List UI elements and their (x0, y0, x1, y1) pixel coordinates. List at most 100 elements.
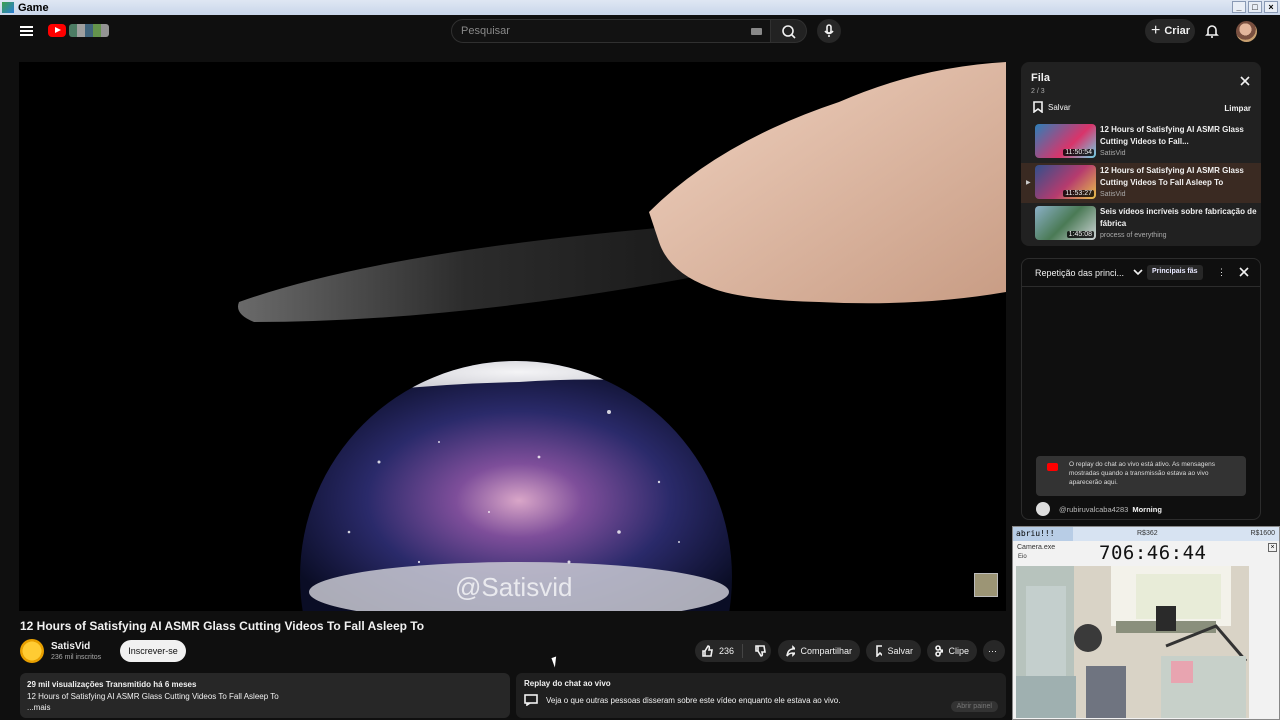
description-box[interactable]: 29 mil visualizações Transmitido há 6 me… (20, 673, 510, 718)
chat-text: Morning (1132, 504, 1162, 514)
queue-duration: 11:53:27 (1063, 190, 1094, 197)
close-icon[interactable] (1240, 76, 1250, 86)
video-frame (19, 62, 1006, 611)
webcam-feed (1016, 566, 1249, 718)
app-icon (2, 2, 14, 13)
queue-item[interactable]: 11:50:54 12 Hours of Satisfying AI ASMR … (1021, 122, 1261, 162)
subscriber-count: 236 mil inscritos (51, 654, 102, 661)
video-player[interactable]: @Satisvid (19, 62, 1006, 611)
queue-thumbnail: 1:45:08 (1035, 206, 1096, 240)
top-fans-badge[interactable]: Principais fãs (1147, 265, 1203, 280)
queue-item-title: 12 Hours of Satisfying AI ASMR Glass Cut… (1100, 166, 1244, 187)
camera-app-title: Camera.exe (1017, 544, 1056, 551)
camera-menu[interactable]: Eio (1018, 554, 1027, 560)
scissors-icon (935, 645, 944, 657)
notice-text: O replay do chat ao vivo está ativo. As … (1069, 461, 1215, 486)
more-link[interactable]: ...mais (27, 702, 503, 714)
plus-icon: + (1151, 22, 1161, 39)
save-label: Salvar (887, 646, 913, 656)
split-mid-value: R$362 (1137, 530, 1158, 537)
queue-duration: 11:50:54 (1063, 149, 1094, 156)
mic-icon (824, 24, 834, 37)
like-button[interactable]: 236 (695, 644, 744, 658)
queue-duration: 1:45:08 (1066, 231, 1094, 238)
queue-item-channel: process of everything (1100, 232, 1167, 239)
chat-icon (524, 694, 538, 706)
search-input[interactable]: Pesquisar (451, 19, 771, 43)
youtube-icon (1047, 463, 1058, 471)
channel-avatar[interactable] (20, 639, 44, 663)
thumbs-down-icon (755, 645, 766, 657)
window-title: Game (18, 1, 49, 14)
queue-save-button[interactable]: Salvar (1033, 101, 1071, 113)
view-stats: 29 mil visualizações Transmitido há 6 me… (27, 680, 197, 689)
queue-item-title: Seis vídeos incríveis sobre fabricação d… (1100, 207, 1257, 228)
share-icon (786, 645, 796, 657)
like-dislike-group: 236 (695, 640, 771, 662)
logo-doodle[interactable] (69, 24, 109, 37)
bookmark-icon (1033, 101, 1043, 113)
close-window-button[interactable]: × (1264, 1, 1278, 13)
queue-item-channel: SatisVid (1100, 150, 1126, 157)
webcam-image (1016, 566, 1249, 718)
create-label: Criar (1164, 25, 1191, 37)
queue-item-current[interactable]: ▶ 11:53:27 12 Hours of Satisfying AI ASM… (1021, 163, 1261, 203)
split-right-value: R$1600 (1250, 530, 1275, 537)
queue-save-label: Salvar (1048, 102, 1071, 112)
save-button[interactable]: Salvar (866, 640, 921, 662)
more-vertical-icon[interactable]: ⋮ (1217, 267, 1226, 278)
clip-button[interactable]: Clipe (927, 640, 977, 662)
like-count: 236 (719, 646, 735, 656)
queue-title: Fila (1031, 72, 1050, 84)
now-playing-icon: ▶ (1026, 180, 1031, 186)
queue-item-title: 12 Hours of Satisfying AI ASMR Glass Cut… (1100, 125, 1244, 146)
chat-message: @rubiruvalcaba4283 Morning (1036, 502, 1162, 516)
minimize-button[interactable]: _ (1232, 1, 1246, 13)
camera-close-button[interactable]: × (1268, 543, 1277, 552)
camera-window-header: Camera.exe Eio 706:46:44 × (1013, 541, 1279, 564)
close-icon[interactable] (1239, 267, 1249, 277)
bookmark-icon (876, 645, 883, 657)
chat-header: Repetição das princi... Principais fãs ⋮ (1022, 259, 1260, 287)
subscribe-button[interactable]: Inscrever-se (120, 640, 186, 662)
menu-icon[interactable] (20, 26, 33, 36)
more-horizontal-icon: ⋯ (988, 645, 997, 656)
notifications-bell-icon[interactable] (1204, 23, 1220, 39)
window-controls: _ □ × (1232, 1, 1278, 13)
queue-panel: Fila 2 / 3 Salvar Limpar 11:50:54 12 Hou… (1021, 62, 1261, 246)
queue-clear-button[interactable]: Limpar (1224, 104, 1251, 113)
search-button[interactable] (771, 19, 807, 43)
queue-item[interactable]: 1:45:08 Seis vídeos incríveis sobre fabr… (1021, 204, 1261, 244)
account-avatar[interactable] (1236, 21, 1257, 42)
window-titlebar: Game _ □ × (0, 0, 1280, 15)
chat-replay-heading: Replay do chat ao vivo (524, 679, 611, 688)
queue-thumbnail: 11:53:27 (1035, 165, 1096, 199)
stream-overlay: abriu!!! R$362 R$1600 Camera.exe Eio 706… (1012, 526, 1280, 720)
share-label: Compartilhar (800, 646, 852, 656)
chat-mode-dropdown[interactable]: Repetição das princi... (1035, 268, 1124, 278)
create-button[interactable]: + Criar (1145, 19, 1195, 43)
channel-name[interactable]: SatisVid (51, 641, 90, 652)
chevron-down-icon[interactable] (1133, 267, 1143, 277)
live-chat-panel: Repetição das princi... Principais fãs ⋮… (1021, 258, 1261, 520)
youtube-logo[interactable] (48, 24, 66, 37)
queue-item-channel: SatisVid (1100, 191, 1126, 198)
split-bar: abriu!!! R$362 R$1600 (1013, 527, 1279, 541)
open-panel-button[interactable]: Abrir painel (950, 701, 998, 712)
channel-watermark-thumb[interactable] (974, 573, 998, 597)
stream-timer: 706:46:44 (1099, 542, 1207, 564)
video-title: 12 Hours of Satisfying AI ASMR Glass Cut… (20, 619, 425, 633)
more-actions-button[interactable]: ⋯ (983, 640, 1005, 662)
mouse-cursor (551, 656, 560, 668)
split-name: abriu!!! (1016, 529, 1055, 538)
keyboard-icon[interactable] (751, 28, 762, 35)
search-icon (782, 25, 796, 39)
voice-search-button[interactable] (817, 19, 841, 43)
description-text: 12 Hours of Satisfying AI ASMR Glass Cut… (27, 691, 279, 701)
queue-count: 2 / 3 (1031, 88, 1045, 95)
chat-replay-body: Veja o que outras pessoas disseram sobre… (546, 695, 841, 705)
chat-username[interactable]: @rubiruvalcaba4283 (1059, 505, 1128, 514)
maximize-button[interactable]: □ (1248, 1, 1262, 13)
share-button[interactable]: Compartilhar (778, 640, 860, 662)
dislike-button[interactable] (748, 645, 772, 657)
